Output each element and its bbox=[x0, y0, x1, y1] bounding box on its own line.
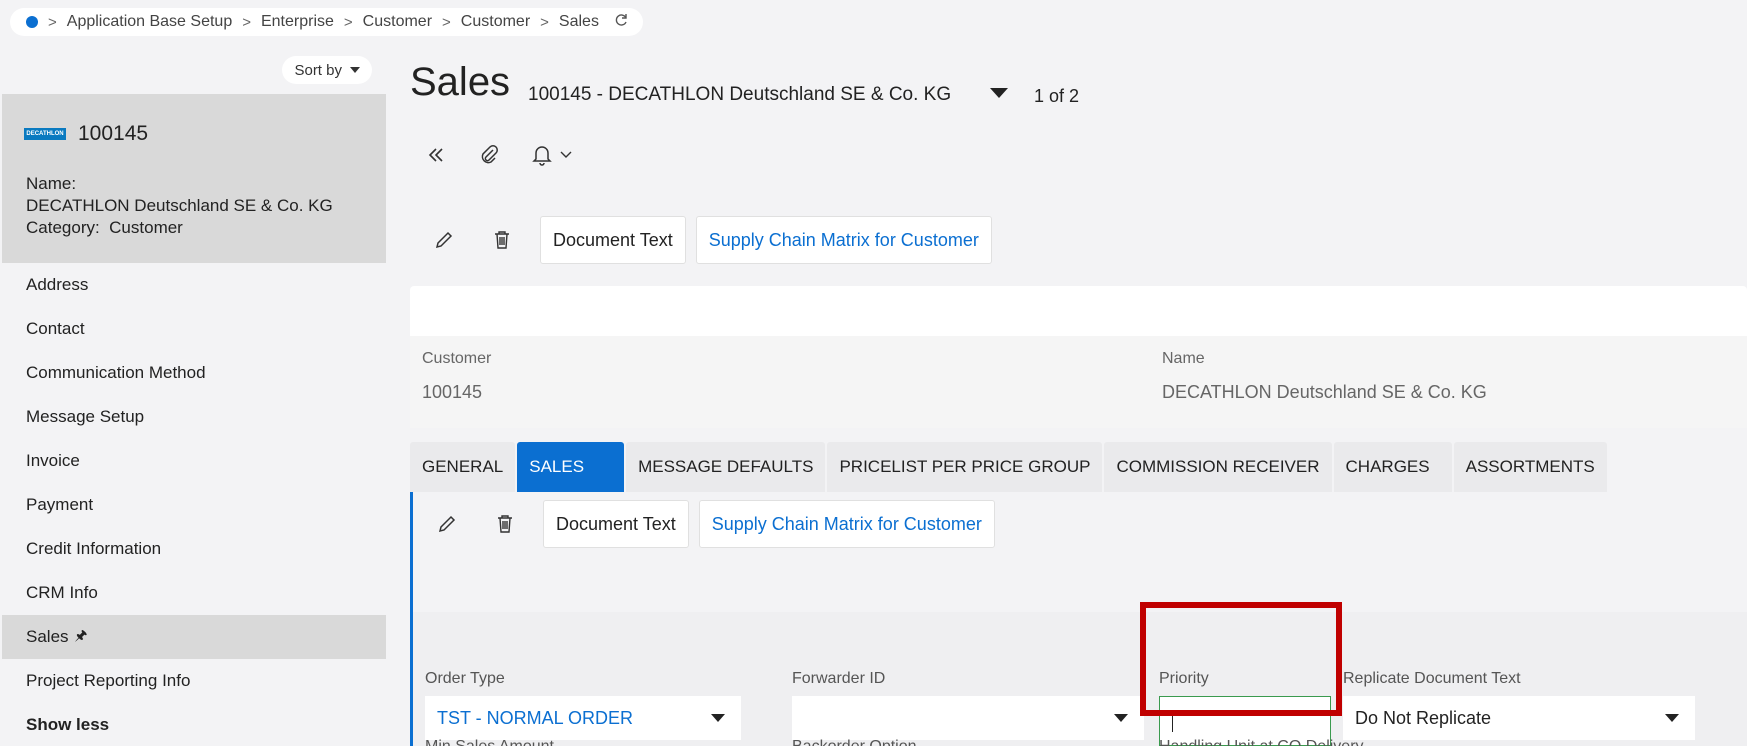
sales-detail-panel: Document Text Supply Chain Matrix for Cu… bbox=[410, 492, 1747, 746]
refresh-icon[interactable] bbox=[613, 12, 629, 33]
record-card[interactable]: DECATHLON 100145 Name: DECATHLON Deutsch… bbox=[2, 94, 386, 263]
caret-down-icon bbox=[711, 714, 725, 722]
sidebar-item-label: Contact bbox=[26, 319, 85, 338]
category-value: Customer bbox=[109, 218, 183, 237]
sidebar-item-label: Sales bbox=[26, 627, 69, 646]
sidebar-item-invoice[interactable]: Invoice bbox=[2, 439, 386, 483]
sidebar-item-credit-information[interactable]: Credit Information bbox=[2, 527, 386, 571]
tab-sales[interactable]: SALES bbox=[517, 442, 625, 492]
tab-pricelist-per-price-group[interactable]: PRICELIST PER PRICE GROUP bbox=[827, 442, 1103, 492]
record-selector[interactable]: 100145 - DECATHLON Deutschland SE & Co. … bbox=[528, 84, 951, 106]
sidebar-item-label: Invoice bbox=[26, 451, 80, 470]
name-value: DECATHLON Deutschland SE & Co. KG bbox=[26, 196, 333, 215]
edit-icon[interactable] bbox=[424, 220, 464, 260]
sidebar-item-label: Project Reporting Info bbox=[26, 671, 191, 690]
chevron-right-icon: > bbox=[242, 13, 251, 31]
name-value: DECATHLON Deutschland SE & Co. KG bbox=[1162, 382, 1487, 402]
header-panel: Customer 100145 Name DECATHLON Deutschla… bbox=[410, 286, 1747, 428]
sidebar-item-label: Show less bbox=[26, 715, 110, 734]
caret-down-icon bbox=[1114, 714, 1128, 722]
chevron-right-icon: > bbox=[540, 13, 549, 31]
customer-value: 100145 bbox=[422, 382, 483, 402]
forwarder-id-label: Forwarder ID bbox=[792, 670, 886, 687]
edit-icon[interactable] bbox=[427, 504, 467, 544]
home-icon[interactable] bbox=[26, 16, 38, 28]
document-text-button[interactable]: Document Text bbox=[543, 500, 689, 548]
sidebar-item-label: Address bbox=[26, 275, 89, 294]
order-type-label: Order Type bbox=[425, 670, 505, 687]
replicate-document-text-value: Do Not Replicate bbox=[1355, 707, 1492, 728]
breadcrumb-item[interactable]: Sales bbox=[559, 13, 599, 31]
sidebar-item-label: Communication Method bbox=[26, 363, 206, 382]
sidebar-item-sales[interactable]: Sales 🖈 bbox=[2, 615, 386, 659]
sidebar-item-communication-method[interactable]: Communication Method bbox=[2, 351, 386, 395]
caret-down-icon bbox=[350, 67, 360, 73]
highlight-box bbox=[1140, 602, 1342, 716]
sidebar-item-label: Credit Information bbox=[26, 539, 162, 558]
detail-command-bar: Document Text Supply Chain Matrix for Cu… bbox=[427, 500, 1005, 548]
breadcrumb-item[interactable]: Customer bbox=[461, 13, 530, 31]
delete-icon[interactable] bbox=[485, 504, 525, 544]
backorder-option-label: Backorder Option bbox=[792, 738, 917, 746]
delete-icon[interactable] bbox=[482, 220, 522, 260]
name-label: Name: bbox=[26, 174, 77, 193]
supply-chain-matrix-button[interactable]: Supply Chain Matrix for Customer bbox=[698, 500, 995, 548]
name-label: Name bbox=[1162, 350, 1205, 367]
order-type-value: TST - NORMAL ORDER bbox=[437, 707, 634, 728]
sort-by-button[interactable]: Sort by bbox=[282, 56, 372, 84]
replicate-document-text-label: Replicate Document Text bbox=[1343, 670, 1521, 687]
sidebar-item-payment[interactable]: Payment bbox=[2, 483, 386, 527]
sidebar-item-label: Payment bbox=[26, 495, 94, 514]
tab-assortments[interactable]: ASSORTMENTS bbox=[1453, 442, 1607, 492]
sidebar-nav: Address Contact Communication Method Mes… bbox=[2, 263, 386, 746]
header-command-bar: Document Text Supply Chain Matrix for Cu… bbox=[424, 216, 1002, 264]
sort-by-label: Sort by bbox=[294, 61, 342, 79]
tab-message-defaults[interactable]: MESSAGE DEFAULTS bbox=[626, 442, 826, 492]
pin-icon[interactable]: 🖈 bbox=[75, 625, 88, 649]
record-count: 1 of 2 bbox=[1034, 86, 1080, 106]
sidebar-item-address[interactable]: Address bbox=[2, 263, 386, 307]
breadcrumb: > Application Base Setup > Enterprise > … bbox=[10, 8, 643, 36]
main-content: Sales 100145 - DECATHLON Deutschland SE … bbox=[410, 46, 1747, 746]
breadcrumb-item[interactable]: Customer bbox=[363, 13, 432, 31]
page-title: Sales bbox=[410, 60, 511, 104]
forwarder-id-select[interactable] bbox=[792, 696, 1144, 740]
record-id: 100145 bbox=[78, 122, 149, 145]
chevron-right-icon: > bbox=[48, 13, 57, 31]
breadcrumb-item[interactable]: Enterprise bbox=[261, 13, 334, 31]
document-text-button[interactable]: Document Text bbox=[540, 216, 686, 264]
notification-bell-icon[interactable] bbox=[532, 144, 572, 166]
sidebar: Sort by DECATHLON 100145 Name: DECATHLON… bbox=[2, 46, 386, 746]
sidebar-item-message-setup[interactable]: Message Setup bbox=[2, 395, 386, 439]
category-label: Category: bbox=[26, 218, 100, 237]
page-actions bbox=[426, 144, 572, 166]
sidebar-item-contact[interactable]: Contact bbox=[2, 307, 386, 351]
header-fields bbox=[410, 336, 1747, 428]
chevron-right-icon: > bbox=[343, 13, 353, 31]
tab-charges[interactable]: CHARGES bbox=[1333, 442, 1452, 492]
tab-commission-receiver[interactable]: COMMISSION RECEIVER bbox=[1104, 442, 1332, 492]
replicate-document-text-select[interactable]: Do Not Replicate bbox=[1343, 696, 1695, 740]
category-line: Category: Customer bbox=[26, 218, 183, 238]
handling-unit-label: Handling Unit at CO Delivery bbox=[1159, 738, 1364, 746]
customer-label: Customer bbox=[422, 350, 492, 367]
chevron-down-icon[interactable] bbox=[560, 151, 572, 159]
collapse-left-icon[interactable] bbox=[426, 145, 446, 165]
show-less-link[interactable]: Show less bbox=[2, 703, 386, 746]
sidebar-item-project-reporting-info[interactable]: Project Reporting Info bbox=[2, 659, 386, 703]
tab-bar: GENERAL SALES MESSAGE DEFAULTS PRICELIST… bbox=[410, 442, 1607, 492]
tab-general[interactable]: GENERAL bbox=[410, 442, 516, 492]
attachment-icon[interactable] bbox=[478, 144, 500, 166]
customer-logo: DECATHLON bbox=[24, 128, 66, 140]
order-type-select[interactable]: TST - NORMAL ORDER bbox=[425, 696, 741, 740]
breadcrumb-item[interactable]: Application Base Setup bbox=[67, 13, 232, 31]
supply-chain-matrix-button[interactable]: Supply Chain Matrix for Customer bbox=[695, 216, 992, 264]
min-sales-amount-label: Min Sales Amount bbox=[425, 738, 554, 746]
caret-down-icon[interactable] bbox=[990, 88, 1008, 98]
chevron-right-icon: > bbox=[442, 13, 451, 31]
sidebar-item-label: CRM Info bbox=[26, 583, 98, 602]
caret-down-icon bbox=[1665, 714, 1679, 722]
sidebar-item-label: Message Setup bbox=[26, 407, 145, 426]
sidebar-item-crm-info[interactable]: CRM Info bbox=[2, 571, 386, 615]
